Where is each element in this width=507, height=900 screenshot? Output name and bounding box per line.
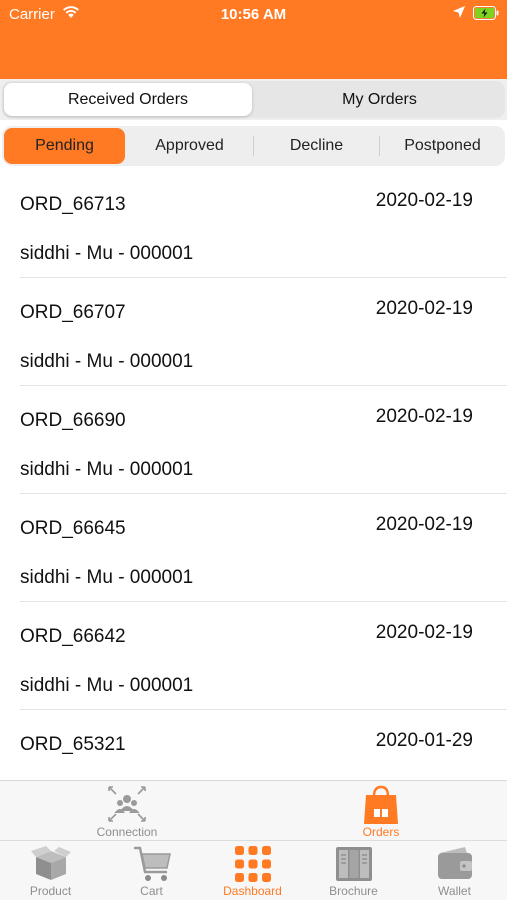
tab-pending[interactable]: Pending xyxy=(4,128,125,164)
order-id: ORD_66707 xyxy=(20,302,126,323)
tab-connection[interactable]: Connection xyxy=(0,781,254,841)
battery-icon xyxy=(473,6,499,24)
order-date: 2020-02-19 xyxy=(375,298,473,319)
location-arrow-icon xyxy=(452,5,466,23)
tab-wallet-label: Wallet xyxy=(438,884,471,898)
order-detail: siddhi - Mu - 000001 xyxy=(20,675,194,696)
main-tab-bar: Product Cart Dashboard Brochure Wallet xyxy=(0,840,507,900)
secondary-tab-bar: Connection Orders xyxy=(0,780,507,840)
order-row[interactable]: ORD_66642 2020-02-19 siddhi - Mu - 00000… xyxy=(0,602,507,710)
status-time: 10:56 AM xyxy=(220,6,287,23)
order-detail: siddhi - Mu - 000001 xyxy=(20,351,194,372)
order-detail: siddhi - Mu - 000001 xyxy=(20,243,194,264)
order-date: 2020-02-19 xyxy=(375,190,473,211)
tab-orders-label: Orders xyxy=(362,825,400,839)
tab-product-label: Product xyxy=(29,884,72,898)
order-id: ORD_66713 xyxy=(20,194,126,215)
tab-brochure-label: Brochure xyxy=(329,884,378,898)
tab-decline[interactable]: Decline xyxy=(254,126,379,166)
order-row[interactable]: ORD_65321 2020-01-29 xyxy=(0,710,507,780)
order-source-segment: Received Orders My Orders xyxy=(0,79,507,120)
product-box-icon xyxy=(30,845,72,886)
order-detail: siddhi - Mu - 000001 xyxy=(20,459,194,480)
tab-wallet[interactable]: Wallet xyxy=(404,841,505,900)
tab-dashboard-label: Dashboard xyxy=(223,884,282,898)
tab-product[interactable]: Product xyxy=(0,841,101,900)
status-filter-segment: Pending Approved Decline Postponed xyxy=(0,120,507,170)
order-date: 2020-01-29 xyxy=(375,730,473,751)
order-row[interactable]: ORD_66713 2020-02-19 siddhi - Mu - 00000… xyxy=(0,170,507,278)
tab-orders[interactable]: Orders xyxy=(254,781,507,841)
brochure-icon xyxy=(334,845,374,888)
orders-bag-icon xyxy=(361,784,401,829)
order-id: ORD_66642 xyxy=(20,626,126,647)
order-id: ORD_66690 xyxy=(20,410,126,431)
dashboard-grid-icon xyxy=(234,845,272,888)
orders-list[interactable]: ORD_66713 2020-02-19 siddhi - Mu - 00000… xyxy=(0,170,507,780)
tab-brochure[interactable]: Brochure xyxy=(303,841,404,900)
order-id: ORD_65321 xyxy=(20,734,126,755)
order-row[interactable]: ORD_66645 2020-02-19 siddhi - Mu - 00000… xyxy=(0,494,507,602)
wallet-icon xyxy=(435,845,475,886)
order-date: 2020-02-19 xyxy=(375,514,473,535)
status-bar: Carrier 10:56 AM xyxy=(0,0,507,28)
tab-connection-label: Connection xyxy=(96,825,158,839)
app-header: Carrier 10:56 AM xyxy=(0,0,507,79)
tab-dashboard[interactable]: Dashboard xyxy=(202,841,303,900)
order-row[interactable]: ORD_66707 2020-02-19 siddhi - Mu - 00000… xyxy=(0,278,507,386)
segment-container: Received Orders My Orders xyxy=(2,81,505,118)
cart-icon xyxy=(131,845,173,888)
order-date: 2020-02-19 xyxy=(375,622,473,643)
tab-postponed[interactable]: Postponed xyxy=(380,126,505,166)
order-detail: siddhi - Mu - 000001 xyxy=(20,567,194,588)
order-id: ORD_66645 xyxy=(20,518,126,539)
tab-approved[interactable]: Approved xyxy=(127,126,252,166)
order-date: 2020-02-19 xyxy=(375,406,473,427)
order-row[interactable]: ORD_66690 2020-02-19 siddhi - Mu - 00000… xyxy=(0,386,507,494)
tab-cart[interactable]: Cart xyxy=(101,841,202,900)
status-tabs-container: Pending Approved Decline Postponed xyxy=(2,126,505,166)
my-orders-segment[interactable]: My Orders xyxy=(254,81,505,118)
connection-icon xyxy=(106,784,148,829)
tab-cart-label: Cart xyxy=(140,884,163,898)
received-orders-segment[interactable]: Received Orders xyxy=(4,83,252,116)
